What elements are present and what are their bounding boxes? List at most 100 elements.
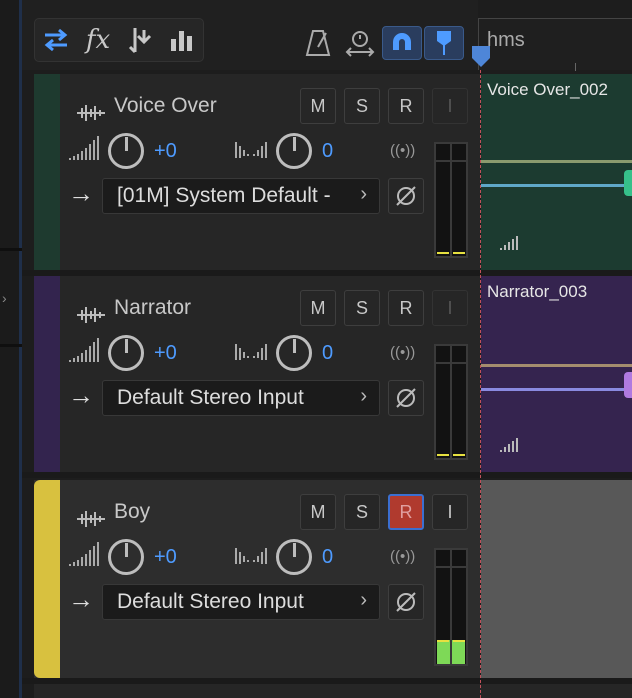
- meter-peak-right: [453, 640, 465, 642]
- volume-knob[interactable]: [108, 133, 144, 169]
- sends-toggle-icon[interactable]: [119, 19, 161, 61]
- track-color-bar: [34, 480, 60, 678]
- clip-volume-line[interactable]: [481, 160, 632, 163]
- input-select-value: [01M] System Default -: [117, 184, 331, 207]
- pan-value[interactable]: 0: [322, 342, 333, 365]
- clip-narrator[interactable]: Narrator_003: [481, 276, 632, 472]
- track-color-bar: [34, 74, 60, 270]
- chevron-right-icon: ›: [360, 183, 367, 205]
- ruler-format-label: hms: [487, 29, 525, 51]
- input-select-value: Default Stereo Input: [117, 386, 304, 409]
- monitor-input-button[interactable]: I: [432, 494, 468, 530]
- volume-value[interactable]: +0: [154, 546, 177, 569]
- solo-button[interactable]: S: [344, 290, 380, 326]
- pan-value[interactable]: 0: [322, 140, 333, 163]
- volume-value[interactable]: +0: [154, 342, 177, 365]
- phase-invert-icon[interactable]: [388, 380, 424, 416]
- track-name[interactable]: Boy: [114, 500, 150, 524]
- level-meter: [434, 548, 468, 666]
- inputs-outputs-toggle-icon[interactable]: [35, 19, 77, 61]
- clip-pan-line[interactable]: [481, 184, 632, 187]
- clip-pan-line[interactable]: [481, 388, 632, 391]
- volume-knob[interactable]: [108, 335, 144, 371]
- record-arm-button[interactable]: R: [388, 290, 424, 326]
- meter-fill-right: [452, 640, 465, 664]
- metronome-icon[interactable]: [298, 26, 338, 60]
- mute-button[interactable]: M: [300, 494, 336, 530]
- chevron-right-icon: ›: [360, 589, 367, 611]
- track-separator: [22, 472, 632, 478]
- panel-divider: [0, 248, 22, 251]
- track-name[interactable]: Voice Over: [114, 94, 217, 118]
- record-arm-button[interactable]: R: [388, 494, 424, 530]
- clip-gain-icon[interactable]: [499, 236, 519, 250]
- pan-knob[interactable]: [276, 539, 312, 575]
- pan-knob[interactable]: [276, 335, 312, 371]
- track-boy[interactable]: Boy M S R I +0 0 ((•)) → Default Stereo …: [34, 480, 480, 678]
- track-toolbar: fx: [22, 0, 478, 70]
- time-stretch-icon[interactable]: [340, 26, 380, 60]
- meter-fill-left: [437, 640, 450, 664]
- track-color-bar: [34, 276, 60, 472]
- clip-boy-empty[interactable]: [481, 480, 632, 678]
- effects-toggle-icon[interactable]: fx: [77, 19, 119, 61]
- level-meter: [434, 142, 468, 258]
- solo-button[interactable]: S: [344, 494, 380, 530]
- stereo-mono-icon[interactable]: ((•)): [390, 142, 415, 159]
- mute-button[interactable]: M: [300, 290, 336, 326]
- timeline-ruler[interactable]: hms: [478, 18, 632, 71]
- mute-button[interactable]: M: [300, 88, 336, 124]
- marker-icon[interactable]: [424, 26, 464, 60]
- pan-knob[interactable]: [276, 133, 312, 169]
- audio-waveform-icon: [77, 511, 105, 527]
- track-narrator[interactable]: Narrator M S R I +0 0 ((•)) → Default St…: [34, 276, 480, 472]
- solo-button[interactable]: S: [344, 88, 380, 124]
- clip-name: Narrator_003: [487, 282, 588, 301]
- stereo-mono-icon[interactable]: ((•)): [390, 344, 415, 361]
- input-select-value: Default Stereo Input: [117, 590, 304, 613]
- playhead-handle-icon[interactable]: [471, 46, 491, 68]
- clip-waveform: [624, 170, 632, 196]
- stereo-mono-icon[interactable]: ((•)): [390, 548, 415, 565]
- track-voice-over[interactable]: Voice Over M S R I +0 0 ((•)) → [01M] Sy…: [34, 74, 480, 270]
- volume-icon: [69, 136, 99, 160]
- monitor-input-button[interactable]: I: [432, 290, 468, 326]
- ruler-tick: [575, 63, 576, 71]
- monitor-input-button[interactable]: I: [432, 88, 468, 124]
- clip-voice-over[interactable]: Voice Over_002: [481, 74, 632, 270]
- meter-peak-right: [453, 454, 465, 456]
- phase-invert-icon[interactable]: [388, 584, 424, 620]
- playhead-line: [480, 70, 481, 698]
- clip-gain-icon[interactable]: [499, 438, 519, 452]
- audio-waveform-icon: [77, 105, 105, 121]
- record-arm-button[interactable]: R: [388, 88, 424, 124]
- clip-waveform: [624, 372, 632, 398]
- chevron-right-icon: ›: [360, 385, 367, 407]
- phase-invert-icon[interactable]: [388, 178, 424, 214]
- input-select[interactable]: Default Stereo Input ›: [102, 380, 380, 416]
- snap-magnet-icon[interactable]: [382, 26, 422, 60]
- clip-name: Voice Over_002: [487, 80, 608, 99]
- panel-border: [19, 0, 22, 698]
- input-arrow-icon: →: [68, 584, 94, 614]
- view-toggle-group: fx: [34, 18, 204, 62]
- volume-value[interactable]: +0: [154, 140, 177, 163]
- eq-toggle-icon[interactable]: [161, 19, 203, 61]
- left-panel-edge: ›: [0, 0, 22, 698]
- pan-icon: [235, 142, 267, 158]
- input-arrow-icon: →: [68, 178, 94, 208]
- clip-volume-line[interactable]: [481, 364, 632, 367]
- pan-icon: [235, 344, 267, 360]
- volume-knob[interactable]: [108, 539, 144, 575]
- volume-icon: [69, 338, 99, 362]
- expand-arrow-icon[interactable]: ›: [2, 290, 7, 306]
- panel-divider: [0, 344, 22, 347]
- volume-icon: [69, 542, 99, 566]
- pan-icon: [235, 548, 267, 564]
- input-arrow-icon: →: [68, 380, 94, 410]
- input-select[interactable]: Default Stereo Input ›: [102, 584, 380, 620]
- meter-peak-left: [437, 454, 449, 456]
- pan-value[interactable]: 0: [322, 546, 333, 569]
- track-name[interactable]: Narrator: [114, 296, 191, 320]
- input-select[interactable]: [01M] System Default - ›: [102, 178, 380, 214]
